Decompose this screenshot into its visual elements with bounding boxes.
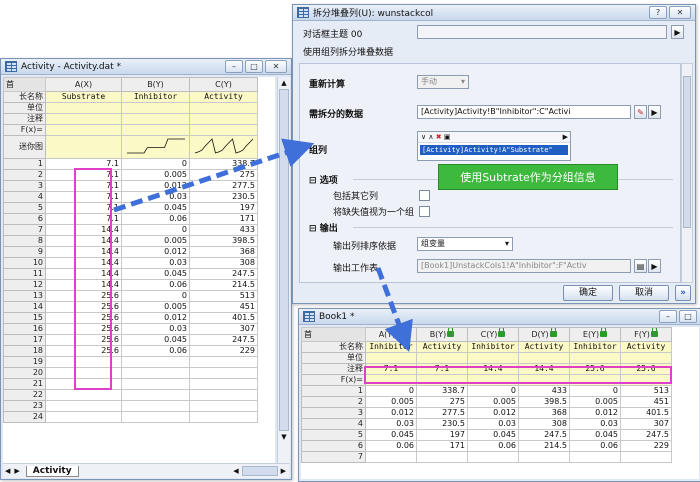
arrow-to-book1 (375, 267, 413, 353)
annotation-arrows (113, 138, 413, 353)
arrow-to-group-col (113, 138, 315, 213)
